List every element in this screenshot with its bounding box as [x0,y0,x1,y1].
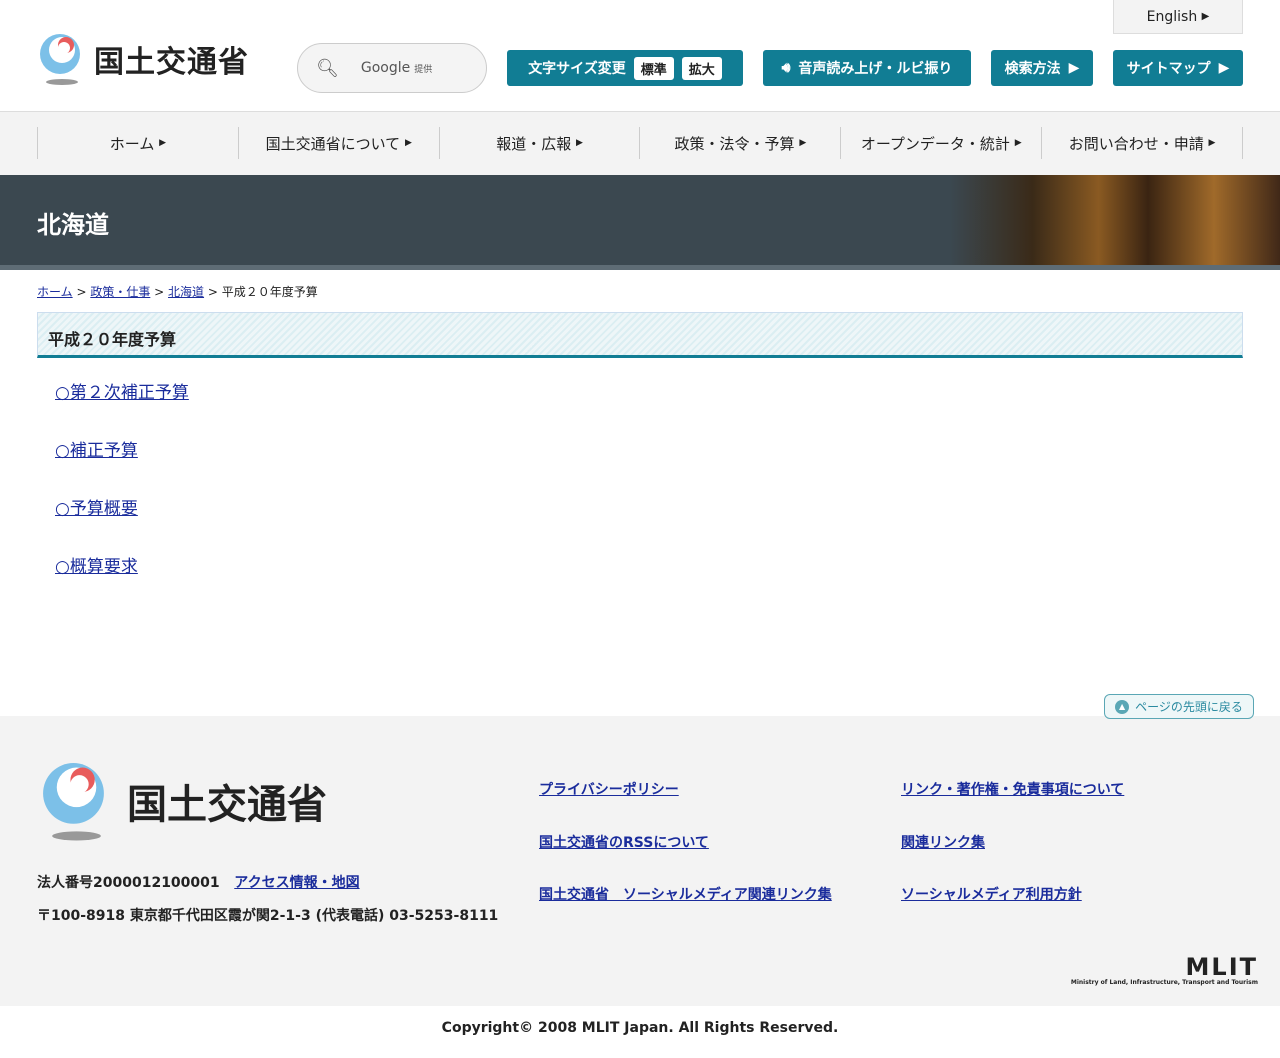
font-large-button[interactable]: 拡大 [681,56,722,80]
footer-logo-text: 国土交通省 [127,782,327,828]
arrow-right-icon: ▶ [404,138,412,148]
banner-image [950,175,1280,265]
speech-label: 音声読み上げ・ルビ振り [798,61,953,77]
search-method-button[interactable]: 検索方法 ▶ [991,50,1093,86]
sitemap-label: サイトマップ [1126,61,1211,77]
breadcrumb: ホーム > 政策・仕事 > 北海道 > 平成２０年度予算 [37,285,318,299]
logo-text: 国土交通省 [94,45,249,80]
nav-label: ホーム [109,134,155,153]
rss-link[interactable]: 国土交通省のRSSについて [539,832,709,852]
nav-contact[interactable]: お問い合わせ・申請 ▶ [1041,127,1243,159]
link-budget-overview[interactable]: ○予算概要 [55,499,138,519]
speaker-icon: 🔊︎ [781,60,791,76]
global-nav: ホーム ▶ 国土交通省について ▶ 報道・広報 ▶ 政策・法令・予算 ▶ オープ… [0,111,1280,175]
nav-label: 報道・広報 [496,134,572,153]
arrow-up-icon: ▲ [1115,699,1130,714]
back-to-top-button[interactable]: ▲ ページの先頭に戻る [1104,694,1254,719]
corporate-number: 法人番号2000012100001 [37,875,220,891]
speech-button[interactable]: 🔊︎ 音声読み上げ・ルビ振り [763,50,971,86]
arrow-right-icon: ▶ [159,138,167,148]
arrow-right-icon: ▶ [1014,138,1022,148]
site-logo[interactable]: 国土交通省 [36,32,249,86]
link-budget-request[interactable]: ○概算要求 [55,557,138,577]
region-title: 北海道 [37,211,109,239]
arrow-right-icon: ▶ [1068,60,1080,76]
social-policy-link[interactable]: ソーシャルメディア利用方針 [901,884,1082,904]
mlit-logo-icon [40,34,80,85]
footer-logo: 国土交通省 [37,758,327,844]
breadcrumb-hokkaido[interactable]: 北海道 [168,285,204,299]
mlit-wordmark: MLIT Ministry of Land, Infrastructure, Tr… [1071,955,1258,986]
search-provided: 提供 [414,65,433,75]
copyright-link[interactable]: リンク・著作権・免責事項について [901,779,1124,799]
font-size-label: 文字サイズ変更 [528,61,626,77]
mlit-wordmark-text: MLIT [1185,953,1258,981]
nav-label: 政策・法令・予算 [674,134,795,153]
nav-press[interactable]: 報道・広報 ▶ [438,127,640,159]
search-icon: 🔍︎ [316,57,339,79]
breadcrumb-current: 平成２０年度予算 [221,285,318,299]
nav-opendata[interactable]: オープンデータ・統計 ▶ [840,127,1041,159]
mlit-wordmark-sub: Ministry of Land, Infrastructure, Transp… [1070,979,1258,986]
link-list: ○第２次補正予算 ○補正予算 ○予算概要 ○概算要求 [55,378,189,610]
search-method-label: 検索方法 [1004,61,1061,77]
font-size-control: 文字サイズ変更 標準 拡大 [507,50,743,86]
search-brand: Google [360,60,411,76]
back-to-top-label: ページの先頭に戻る [1135,700,1243,714]
address: 〒100-8918 東京都千代田区霞が関2-1-3 (代表電話) 03-5253… [37,908,499,924]
nav-home[interactable]: ホーム ▶ [37,127,238,159]
related-links[interactable]: 関連リンク集 [901,832,985,852]
social-links[interactable]: 国土交通省 ソーシャルメディア関連リンク集 [539,884,832,904]
search-input[interactable]: 🔍︎ Google 提供 [297,43,487,93]
nav-label: オープンデータ・統計 [860,134,1010,153]
english-button[interactable]: English ▶ [1113,0,1243,34]
access-link[interactable]: アクセス情報・地図 [234,875,359,891]
nav-policy[interactable]: 政策・法令・予算 ▶ [639,127,840,159]
link-second-supplementary[interactable]: ○第２次補正予算 [55,383,189,403]
arrow-right-icon: ▶ [1201,11,1210,22]
arrow-right-icon: ▶ [1208,138,1216,148]
privacy-link[interactable]: プライバシーポリシー [539,779,679,799]
region-banner: 北海道 [0,175,1280,270]
arrow-right-icon: ▶ [576,138,583,148]
nav-label: 国土交通省について [265,134,401,153]
page-title: 平成２０年度予算 [37,312,1243,358]
nav-about[interactable]: 国土交通省について ▶ [237,127,439,159]
font-standard-button[interactable]: 標準 [633,56,674,80]
nav-label: お問い合わせ・申請 [1068,134,1204,153]
arrow-right-icon: ▶ [1218,60,1230,76]
arrow-right-icon: ▶ [799,138,807,148]
sitemap-button[interactable]: サイトマップ ▶ [1113,50,1243,86]
link-supplementary[interactable]: ○補正予算 [55,441,138,461]
mlit-logo-icon [43,763,104,841]
english-label: English [1146,8,1198,25]
breadcrumb-policy[interactable]: 政策・仕事 [90,285,150,299]
breadcrumb-home[interactable]: ホーム [37,285,73,299]
copyright: Copyright© 2008 MLIT Japan. All Rights R… [441,1020,839,1036]
